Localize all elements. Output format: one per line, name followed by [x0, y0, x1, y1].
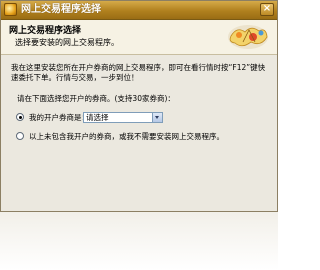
skip-option-label[interactable]: 以上未包含我开户的券商，或我不需要安装网上交易程序。	[29, 131, 224, 142]
header-subtitle: 选择要安装的网上交易程序。	[15, 38, 119, 47]
radio-selected-dot	[18, 115, 22, 119]
broker-option-label[interactable]: 我的开户券商是：	[29, 112, 89, 123]
skip-radio[interactable]	[16, 132, 24, 140]
dialog-window: 网上交易程序选择 × 网上交易程序选择 选择要安装的网上交易程序。 我在这里安装…	[0, 0, 278, 212]
intro-text: 我在这里安装您所在开户券商的网上交易程序，即可在看行情时按“F12”键快速委托下…	[11, 63, 266, 82]
app-icon[interactable]	[4, 3, 17, 16]
header-title: 网上交易程序选择	[9, 26, 82, 36]
close-icon: ×	[262, 3, 272, 14]
broker-select-value: 请选择	[86, 113, 109, 122]
content-panel: 我在这里安装您所在开户券商的网上交易程序，即可在看行情时按“F12”键快速委托下…	[1, 55, 277, 211]
window-reflection	[0, 212, 278, 270]
wizard-header: 网上交易程序选择 选择要安装的网上交易程序。	[1, 20, 277, 55]
broker-select[interactable]: 请选择	[83, 112, 163, 123]
chevron-down-icon	[155, 116, 159, 119]
broker-prompt: 请在下面选择您开户的券商。(支持30家券商)：	[17, 94, 175, 103]
close-button[interactable]: ×	[260, 3, 274, 16]
window-title: 网上交易程序选择	[21, 4, 101, 15]
broker-radio[interactable]	[16, 113, 24, 121]
dropdown-button[interactable]	[152, 113, 162, 122]
title-bar[interactable]: 网上交易程序选择 ×	[1, 1, 277, 20]
logo-icon	[228, 25, 268, 49]
